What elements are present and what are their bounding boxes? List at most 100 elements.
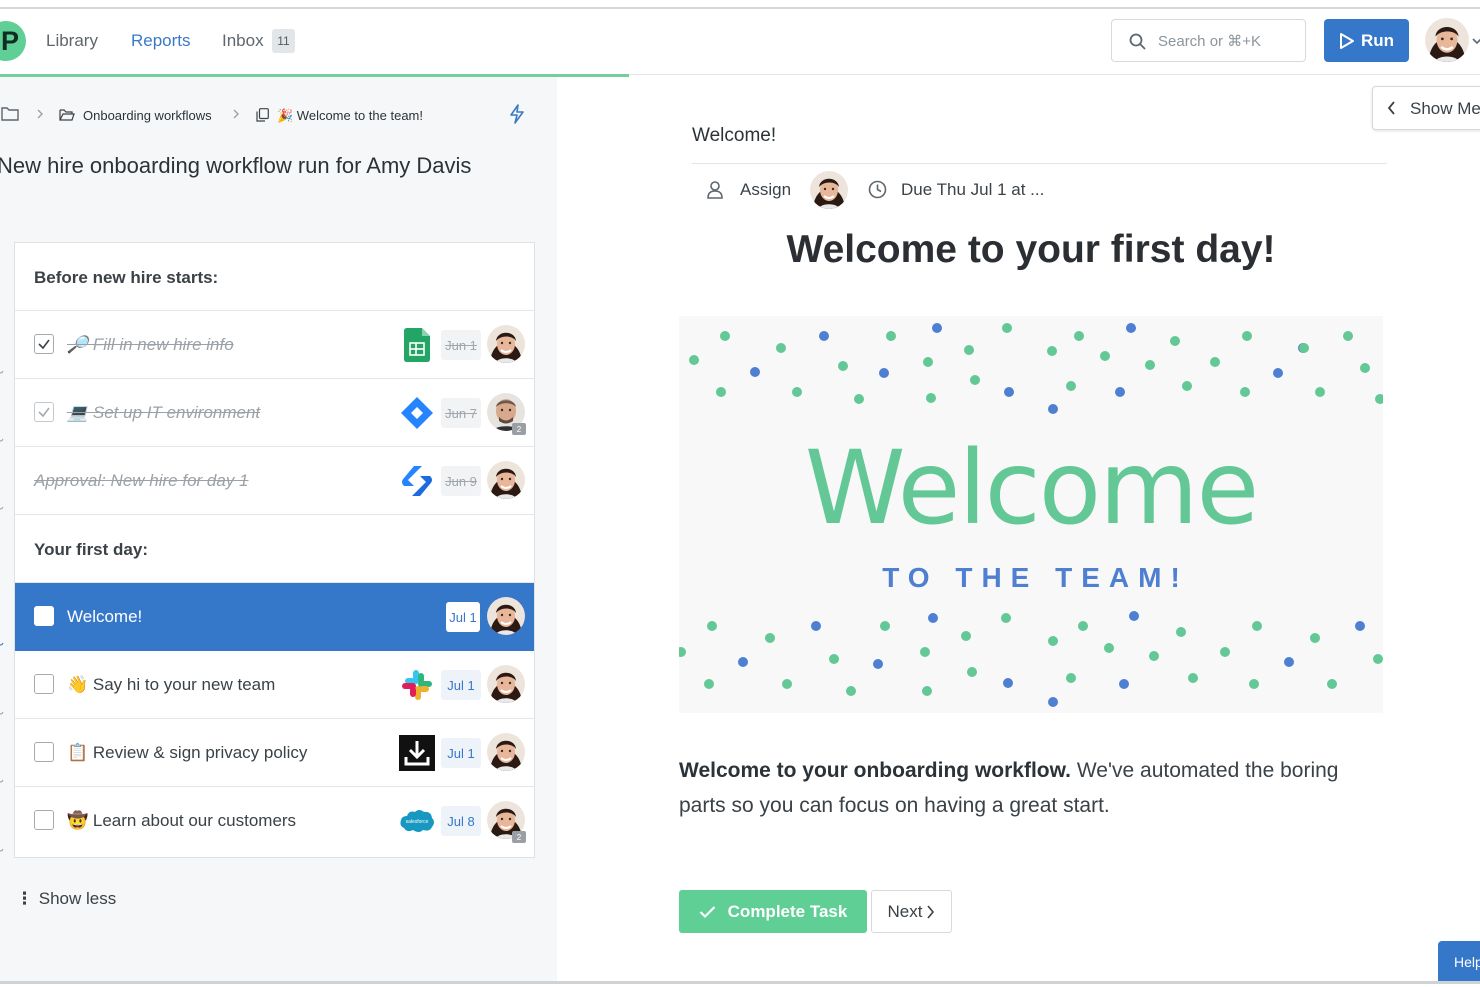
confetti-dot (1249, 679, 1259, 689)
confetti-dot (879, 368, 889, 378)
confetti-dot (1002, 323, 1012, 333)
task-checkbox[interactable] (34, 606, 54, 626)
confetti-dot (1220, 647, 1230, 657)
next-task-button[interactable]: Next (871, 890, 952, 933)
nav-library-link[interactable]: Library (46, 31, 98, 51)
confetti-dot (1273, 368, 1283, 378)
breadcrumb-folder-link[interactable]: Onboarding workflows (83, 108, 212, 123)
task-headline: Welcome to your first day! (786, 228, 1276, 271)
assignee-avatar[interactable] (487, 597, 525, 635)
assignee-avatar[interactable] (487, 733, 525, 771)
due-date-badge: Jun 1 (441, 330, 481, 360)
confetti-dot (716, 387, 726, 397)
gutter-mark (0, 848, 4, 852)
show-me-label: Show Me (1410, 99, 1480, 118)
gutter-mark (0, 779, 4, 783)
confetti-dot (1284, 657, 1294, 667)
assignee-avatar[interactable] (487, 665, 525, 703)
show-me-button[interactable]: Show Me (1372, 86, 1480, 130)
folder-icon[interactable] (1, 106, 19, 121)
confetti-dot (704, 679, 714, 689)
task-label: 💻 Set up IT environment (67, 403, 261, 422)
banner-subtitle: TO THE TEAM! (882, 562, 1189, 593)
confetti-dot (782, 679, 792, 689)
breadcrumb-current: 🎉 Welcome to the team! (277, 108, 424, 123)
section-header: Before new hire starts: (15, 243, 534, 311)
show-less-label: Show less (38, 889, 117, 908)
assignee-avatar[interactable] (487, 325, 525, 363)
assignee-avatar[interactable] (810, 171, 848, 209)
due-date-badge: Jul 1 (441, 670, 481, 700)
confetti-dot (928, 613, 938, 623)
user-icon[interactable] (706, 180, 724, 199)
task-row[interactable]: 📋 Review & sign privacy policy Jul 1 (15, 719, 534, 787)
task-checkbox[interactable] (34, 810, 54, 830)
copy-icon (256, 108, 269, 122)
complete-task-label: Complete Task (727, 901, 848, 921)
task-row[interactable]: 🤠 Learn about our customers salesforce J… (15, 787, 534, 855)
salesforce-wordmark: salesforce (406, 819, 429, 825)
confetti-dot (1240, 387, 1250, 397)
confetti-dot (838, 361, 848, 371)
confetti-dot (1188, 673, 1198, 683)
confetti-dot (1100, 351, 1110, 361)
confetti-dot (1182, 381, 1192, 391)
due-date-button[interactable]: Due Thu Jul 1 at ... (901, 180, 1044, 200)
top-navigation-bar: P Library Reports Inbox 11 Run (0, 9, 1480, 75)
confetti-dot (1074, 331, 1084, 341)
run-button[interactable]: Run (1324, 19, 1409, 62)
show-less-button[interactable]: ⋮ Show less (16, 889, 116, 909)
confetti-dot (846, 686, 856, 696)
salesforce-icon: salesforce (399, 803, 435, 839)
confetti-dot (873, 659, 883, 669)
task-label: Welcome! (67, 607, 143, 626)
task-row[interactable]: 🔎 Fill in new hire info Jun 1 (15, 311, 534, 379)
task-checkbox[interactable] (34, 334, 54, 354)
search-input[interactable] (1158, 30, 1298, 52)
slack-icon (399, 667, 435, 703)
user-avatar[interactable] (1425, 18, 1469, 62)
task-row[interactable]: Approval: New hire for day 1 Jun 9 (15, 447, 534, 515)
confetti-dot (854, 394, 864, 404)
chevron-right-icon (927, 904, 935, 919)
task-row-selected[interactable]: Welcome! Jul 1 (15, 583, 534, 651)
confetti-dot (1299, 343, 1309, 353)
open-folder-icon (59, 109, 75, 121)
confetti-dot (1048, 697, 1058, 707)
chevron-down-icon[interactable] (1472, 37, 1480, 45)
assignee-avatar[interactable] (487, 461, 525, 499)
assignee-count-badge: 2 (512, 423, 526, 435)
confetti-dot (1176, 627, 1186, 637)
confetti-dot (1048, 404, 1058, 414)
task-checkbox[interactable] (34, 674, 54, 694)
help-button[interactable]: Help (1438, 941, 1480, 981)
complete-task-button[interactable]: Complete Task (679, 890, 867, 933)
more-vertical-icon: ⋮ (16, 889, 33, 908)
task-label: 🔎 Fill in new hire info (67, 335, 234, 354)
app-logo[interactable]: P (0, 21, 26, 61)
gutter-mark (0, 642, 4, 646)
lightning-icon[interactable] (509, 104, 525, 124)
confetti-dot (961, 631, 971, 641)
checkmark-icon (699, 905, 715, 918)
confetti-dot (880, 621, 890, 631)
section-header: Your first day: (15, 515, 534, 583)
clock-icon[interactable] (868, 180, 887, 199)
task-name[interactable]: Welcome! (692, 125, 776, 147)
task-label: 👋 Say hi to your new team (67, 675, 276, 694)
assign-button[interactable]: Assign (740, 180, 791, 200)
sheets-icon (399, 327, 435, 363)
task-row[interactable]: 💻 Set up IT environment Jun 7 2 (15, 379, 534, 447)
confetti-dot (1066, 381, 1076, 391)
nav-inbox-link[interactable]: Inbox (222, 31, 264, 51)
task-checkbox[interactable] (34, 742, 54, 762)
task-label: 📋 Review & sign privacy policy (67, 743, 308, 762)
search-box[interactable] (1111, 19, 1306, 62)
confetti-dot (811, 621, 821, 631)
task-checkbox[interactable] (34, 402, 54, 422)
task-row[interactable]: 👋 Say hi to your new team Jul 1 (15, 651, 534, 719)
due-date-badge: Jun 9 (441, 466, 481, 496)
jira-icon (399, 395, 435, 431)
confetti-dot (1126, 323, 1136, 333)
nav-reports-link[interactable]: Reports (131, 31, 191, 51)
